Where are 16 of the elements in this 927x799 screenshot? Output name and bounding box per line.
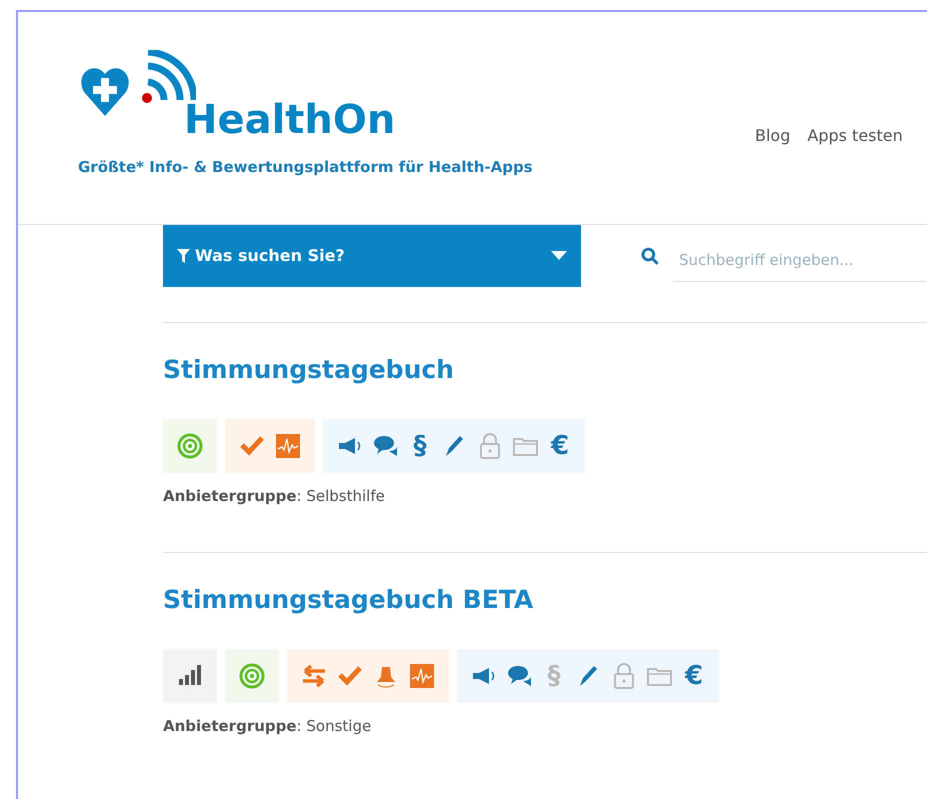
provider-text: Anbietergruppe: Selbsthilfe: [163, 486, 385, 507]
search-icon: [641, 247, 659, 265]
symbol-text: €: [684, 662, 704, 688]
logo-text[interactable]: HealthOn: [184, 100, 396, 140]
filter-dropdown[interactable]: Was suchen Sie?: [163, 225, 582, 287]
tagline: Größte* Info- & Bewertungsplattform für Health-Apps: [78, 157, 533, 178]
filter-icon: [177, 249, 190, 263]
provider-text: Anbietergruppe: Sonstige: [163, 716, 372, 736]
symbol-text: §: [546, 662, 562, 688]
search-field[interactable]: Suchbegriff eingeben...: [672, 238, 927, 282]
symbol-text: €: [550, 433, 570, 459]
symbol-text: §: [412, 433, 428, 459]
nav-link[interactable]: Apps testen: [807, 124, 903, 148]
app-title[interactable]: Stimmungstagebuch BETA: [163, 586, 534, 612]
nav-link[interactable]: Blog: [755, 124, 790, 148]
app-title[interactable]: Stimmungstagebuch: [163, 357, 454, 382]
